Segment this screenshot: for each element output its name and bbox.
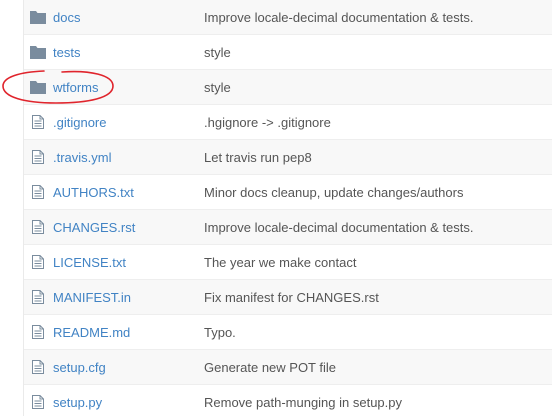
file-text-icon bbox=[30, 360, 46, 374]
commit-message-link[interactable]: Typo. bbox=[204, 325, 236, 340]
file-text-icon bbox=[30, 220, 46, 234]
file-row: setup.cfg Generate new POT file bbox=[24, 350, 552, 385]
commit-message-link[interactable]: style bbox=[204, 80, 231, 95]
file-list: docs Improve locale-decimal documentation… bbox=[23, 0, 552, 416]
commit-message-link[interactable]: .hgignore -> .gitignore bbox=[204, 115, 331, 130]
file-text-icon bbox=[30, 255, 46, 269]
commit-message-link[interactable]: style bbox=[204, 45, 231, 60]
file-row: CHANGES.rst Improve locale-decimal docume… bbox=[24, 210, 552, 245]
folder-icon bbox=[30, 45, 46, 59]
file-link[interactable]: setup.cfg bbox=[53, 360, 106, 375]
commit-message-link[interactable]: Generate new POT file bbox=[204, 360, 336, 375]
commit-message-link[interactable]: The year we make contact bbox=[204, 255, 356, 270]
folder-icon bbox=[30, 10, 46, 24]
file-row: LICENSE.txt The year we make contact bbox=[24, 245, 552, 280]
file-text-icon bbox=[30, 115, 46, 129]
file-row: README.md Typo. bbox=[24, 315, 552, 350]
file-link[interactable]: AUTHORS.txt bbox=[53, 185, 134, 200]
commit-message-link[interactable]: Minor docs cleanup, update changes/autho… bbox=[204, 185, 463, 200]
file-text-icon bbox=[30, 150, 46, 164]
file-row: wtforms style bbox=[24, 70, 552, 105]
file-text-icon bbox=[30, 185, 46, 199]
repository-file-browser: docs Improve locale-decimal documentation… bbox=[0, 0, 552, 416]
file-row: MANIFEST.in Fix manifest for CHANGES.rst bbox=[24, 280, 552, 315]
commit-message-link[interactable]: Remove path-munging in setup.py bbox=[204, 395, 402, 410]
commit-message-link[interactable]: Let travis run pep8 bbox=[204, 150, 312, 165]
file-row: tests style bbox=[24, 35, 552, 70]
file-row: .travis.yml Let travis run pep8 bbox=[24, 140, 552, 175]
file-row: setup.py Remove path-munging in setup.py bbox=[24, 385, 552, 416]
commit-message-link[interactable]: Improve locale-decimal documentation & t… bbox=[204, 10, 474, 25]
file-link[interactable]: setup.py bbox=[53, 395, 102, 410]
folder-icon bbox=[30, 80, 46, 94]
file-text-icon bbox=[30, 325, 46, 339]
folder-link[interactable]: docs bbox=[53, 10, 80, 25]
folder-link[interactable]: wtforms bbox=[53, 80, 99, 95]
file-link[interactable]: README.md bbox=[53, 325, 130, 340]
file-link[interactable]: LICENSE.txt bbox=[53, 255, 126, 270]
file-link[interactable]: .gitignore bbox=[53, 115, 106, 130]
file-link[interactable]: MANIFEST.in bbox=[53, 290, 131, 305]
commit-message-link[interactable]: Fix manifest for CHANGES.rst bbox=[204, 290, 379, 305]
commit-message-link[interactable]: Improve locale-decimal documentation & t… bbox=[204, 220, 474, 235]
file-row: AUTHORS.txt Minor docs cleanup, update ch… bbox=[24, 175, 552, 210]
file-text-icon bbox=[30, 290, 46, 304]
file-text-icon bbox=[30, 395, 46, 409]
file-link[interactable]: CHANGES.rst bbox=[53, 220, 135, 235]
folder-link[interactable]: tests bbox=[53, 45, 80, 60]
file-row: docs Improve locale-decimal documentation… bbox=[24, 0, 552, 35]
file-link[interactable]: .travis.yml bbox=[53, 150, 112, 165]
file-row: .gitignore .hgignore -> .gitignore bbox=[24, 105, 552, 140]
